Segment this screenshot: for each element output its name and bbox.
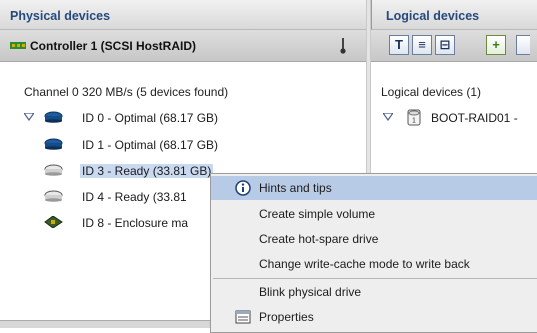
menu-item-create-hot-spare-drive[interactable]: Create hot-spare drive xyxy=(211,227,537,251)
text-view-icon: T xyxy=(395,37,403,52)
menu-item-label: Create hot-spare drive xyxy=(259,232,379,246)
logical-toolbar: T ≡ ⊟ + xyxy=(371,30,537,62)
menu-item-create-simple-volume[interactable]: Create simple volume xyxy=(211,202,537,226)
menu-item-label: Properties xyxy=(259,310,314,324)
expand-triangle-icon[interactable] xyxy=(383,113,393,121)
menu-item-label: Change write-cache mode to write back xyxy=(259,257,470,271)
menu-item-label: Create simple volume xyxy=(259,207,376,221)
list-view-button[interactable]: ≡ xyxy=(412,35,432,55)
menu-item-blink-physical-drive[interactable]: Blink physical drive xyxy=(211,280,537,304)
add-logical-device-button[interactable]: + xyxy=(486,35,506,55)
expand-triangle-icon[interactable] xyxy=(24,113,34,121)
device-label: ID 0 - Optimal (68.17 GB) xyxy=(82,111,219,125)
menu-item-properties[interactable]: Properties xyxy=(211,305,537,329)
add-icon: + xyxy=(492,37,500,52)
tree-view-button[interactable]: ⊟ xyxy=(435,35,455,55)
physical-devices-header: Physical devices xyxy=(0,0,366,30)
device-label: ID 4 - Ready (33.81 xyxy=(82,190,187,204)
more-tools-button[interactable] xyxy=(516,35,530,55)
hard-drive-outline-icon xyxy=(44,164,63,176)
context-menu: Hints and tips Create simple volume Crea… xyxy=(210,173,537,333)
logical-drive-icon: 1 xyxy=(407,109,421,126)
properties-icon xyxy=(235,310,251,324)
device-label: ID 8 - Enclosure ma xyxy=(82,216,189,230)
logical-device-row[interactable]: 1 BOOT-RAID01 - xyxy=(371,108,537,128)
menu-item-change-write-cache-mode[interactable]: Change write-cache mode to write back xyxy=(211,252,537,276)
enclosure-icon xyxy=(44,216,63,228)
hard-drive-icon xyxy=(44,138,63,150)
info-icon xyxy=(235,180,251,196)
device-label: ID 3 - Ready (33.81 GB) xyxy=(80,164,214,178)
logical-devices-summary: Logical devices (1) xyxy=(381,85,482,99)
menu-item-label: Blink physical drive xyxy=(259,285,362,299)
logical-devices-header: Logical devices xyxy=(371,0,537,30)
hard-drive-outline-icon xyxy=(44,190,63,202)
device-row-id1[interactable]: ID 1 - Optimal (68.17 GB) xyxy=(0,135,366,155)
controller-bar[interactable]: Controller 1 (SCSI HostRAID) xyxy=(0,30,366,62)
menu-separator xyxy=(213,278,537,279)
svg-text:1: 1 xyxy=(412,118,416,125)
tree-view-icon: ⊟ xyxy=(439,37,451,52)
thermometer-icon xyxy=(340,38,346,54)
list-view-icon: ≡ xyxy=(418,37,426,52)
device-row-id0[interactable]: ID 0 - Optimal (68.17 GB) xyxy=(0,108,366,128)
controller-card-icon xyxy=(10,42,26,49)
menu-item-label: Hints and tips xyxy=(259,181,332,195)
logical-device-label: BOOT-RAID01 - xyxy=(431,111,518,125)
menu-item-hints-and-tips[interactable]: Hints and tips xyxy=(211,176,537,200)
text-view-button[interactable]: T xyxy=(389,35,409,55)
device-label: ID 1 - Optimal (68.17 GB) xyxy=(82,138,219,152)
hard-drive-icon xyxy=(44,111,63,123)
channel-summary: Channel 0 320 MB/s (5 devices found) xyxy=(24,85,229,99)
controller-label: Controller 1 (SCSI HostRAID) xyxy=(30,39,197,53)
